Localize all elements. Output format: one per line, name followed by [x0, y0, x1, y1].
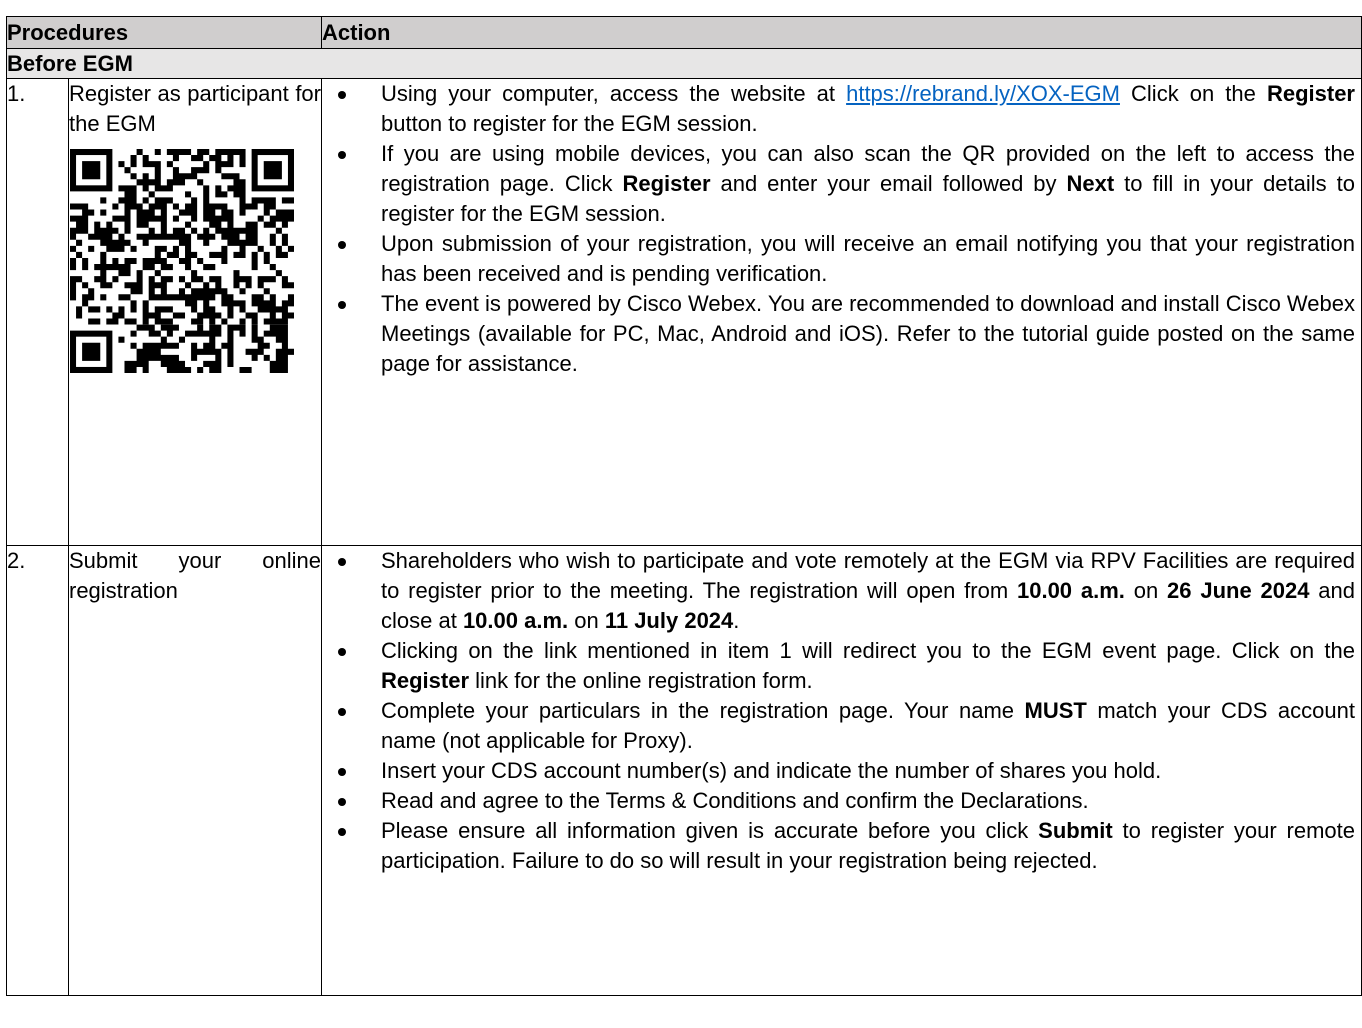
list-item: Shareholders who wish to participate and…	[322, 546, 1361, 636]
bullet-icon	[338, 151, 346, 159]
bullet-icon	[338, 241, 346, 249]
table-row: 2. Submit your online registration Share…	[6, 545, 1362, 996]
qr-code-icon	[70, 149, 321, 373]
list-item: Complete your particulars in the registr…	[322, 696, 1361, 756]
section-row: Before EGM	[6, 48, 1362, 79]
bullet-icon	[338, 708, 346, 716]
section-before-egm: Before EGM	[6, 48, 1362, 79]
qr-code-image	[70, 149, 294, 373]
bullet-icon	[338, 798, 346, 806]
procedures-table: Procedures Action Before EGM 1. Register…	[6, 16, 1362, 996]
list-item: Read and agree to the Terms & Conditions…	[322, 786, 1361, 816]
bullet-icon	[338, 648, 346, 656]
header-procedures: Procedures	[6, 16, 322, 49]
procedure-cell: Submit your online registration	[68, 545, 322, 996]
table-row: 1. Register as participant for the EGM U…	[6, 78, 1362, 546]
list-item: The event is powered by Cisco Webex. You…	[322, 289, 1361, 379]
list-item: Using your computer, access the website …	[322, 79, 1361, 139]
row-number: 1.	[6, 78, 69, 546]
bullet-icon	[338, 828, 346, 836]
list-item: Please ensure all information given is a…	[322, 816, 1361, 876]
row-number: 2.	[6, 545, 69, 996]
list-item: Clicking on the link mentioned in item 1…	[322, 636, 1361, 696]
list-item: If you are using mobile devices, you can…	[322, 139, 1361, 229]
action-cell: Shareholders who wish to participate and…	[321, 545, 1362, 996]
list-item: Insert your CDS account number(s) and in…	[322, 756, 1361, 786]
bullet-icon	[338, 301, 346, 309]
bullet-icon	[338, 768, 346, 776]
list-item: Upon submission of your registration, yo…	[322, 229, 1361, 289]
table-header-row: Procedures Action	[6, 16, 1362, 49]
bullet-icon	[338, 91, 346, 99]
procedure-text: Submit your online registration	[69, 548, 321, 603]
header-action: Action	[321, 16, 1362, 49]
procedure-cell: Register as participant for the EGM	[68, 78, 322, 546]
procedure-text: Register as participant for the EGM	[69, 81, 321, 136]
bullet-icon	[338, 558, 346, 566]
action-cell: Using your computer, access the website …	[321, 78, 1362, 546]
website-link[interactable]: https://rebrand.ly/XOX-EGM	[846, 81, 1120, 106]
